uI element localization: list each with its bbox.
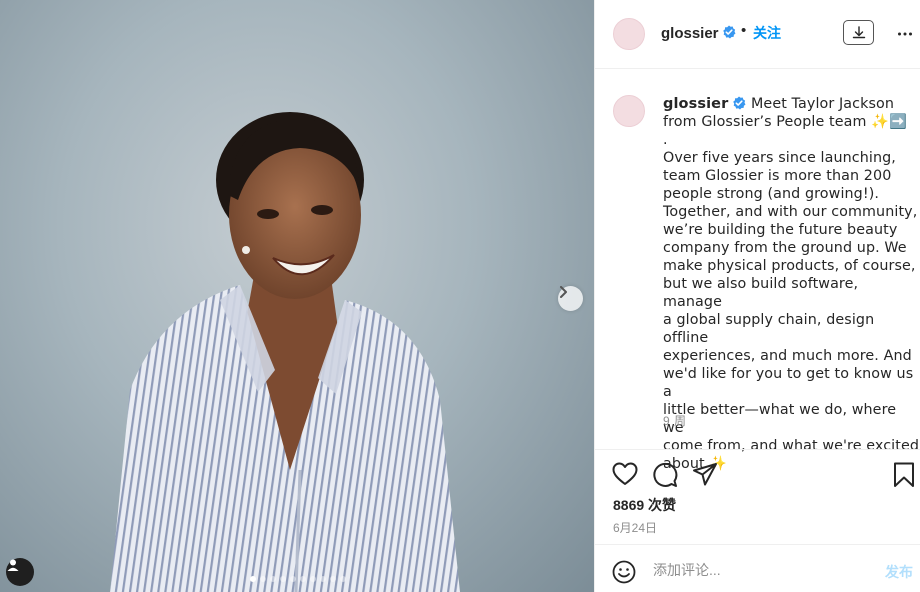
post-photo[interactable] [0, 0, 594, 592]
carousel-dot [280, 576, 286, 582]
post-comment-button[interactable]: 发布 [885, 562, 913, 582]
follow-button[interactable]: 关注 [753, 23, 781, 43]
separator-dot: • [741, 22, 747, 39]
verified-badge-icon [723, 25, 736, 39]
caption-line: we’re building the future beauty [663, 222, 898, 238]
caption-line: team Glossier is more than 200 [663, 168, 892, 184]
photo-illustration [110, 112, 460, 592]
caption-section: glossier Meet Taylor Jackson from Glossi… [595, 70, 920, 472]
download-button[interactable] [843, 20, 874, 45]
caption-line: little better—what we do, where we [663, 402, 897, 436]
post-sidebar: glossier • 关注 glossier Meet Taylor Jacks… [594, 0, 920, 592]
carousel-dot [250, 576, 256, 582]
carousel-dot [320, 576, 326, 582]
carousel-dot [270, 576, 276, 582]
caption-line: a global supply chain, design offline [663, 312, 875, 346]
emoji-icon[interactable] [612, 560, 636, 584]
carousel-next-button[interactable] [558, 286, 583, 311]
chevron-right-icon [560, 286, 567, 298]
carousel-dot [260, 576, 266, 582]
caption-line-0: glossier Meet Taylor Jackson [663, 95, 920, 113]
action-bar: 8869 次赞 6月24日 [595, 449, 920, 544]
caption-line: . [663, 132, 668, 148]
save-bookmark-icon[interactable] [893, 462, 915, 488]
like-heart-icon[interactable] [612, 462, 638, 486]
post-age[interactable]: 9 周 [663, 412, 687, 429]
caption-line: make physical products, of course, [663, 258, 916, 274]
caption-username[interactable]: glossier [663, 96, 728, 112]
comment-bar: 发布 [595, 544, 920, 592]
carousel-dot [330, 576, 336, 582]
username[interactable]: glossier [661, 25, 719, 42]
caption-line: experiences, and much more. And [663, 348, 912, 364]
caption-line: people strong (and growing!). [663, 186, 880, 202]
post-date: 6月24日 [613, 521, 658, 535]
avatar[interactable] [613, 18, 645, 50]
share-send-icon[interactable] [692, 462, 718, 486]
more-options-icon[interactable] [897, 24, 913, 40]
download-icon [852, 25, 865, 38]
likes-count[interactable]: 8869 次赞 [613, 495, 676, 515]
carousel-dot [340, 576, 346, 582]
carousel-dot [300, 576, 306, 582]
caption-line: Over five years since launching, [663, 150, 896, 166]
caption-avatar[interactable] [613, 95, 645, 127]
carousel-dot [290, 576, 296, 582]
caption-line: but we also build software, manage [663, 276, 859, 310]
carousel-dot [310, 576, 316, 582]
caption-line: Meet Taylor Jackson [750, 96, 895, 112]
caption-line: Together, and with our community, [663, 204, 918, 220]
caption-line: from Glossier’s People team ✨➡️ [663, 114, 907, 130]
comment-input[interactable] [653, 559, 873, 581]
caption-text: glossier Meet Taylor Jackson from Glossi… [663, 95, 920, 473]
user-icon [7, 559, 19, 571]
verified-badge-icon [733, 96, 746, 110]
caption-line: company from the ground up. We [663, 240, 907, 256]
comment-icon[interactable] [652, 462, 678, 488]
caption-line: we'd like for you to get to know us a [663, 366, 914, 400]
post-header: glossier • 关注 [595, 0, 920, 69]
carousel-indicator [0, 576, 594, 582]
